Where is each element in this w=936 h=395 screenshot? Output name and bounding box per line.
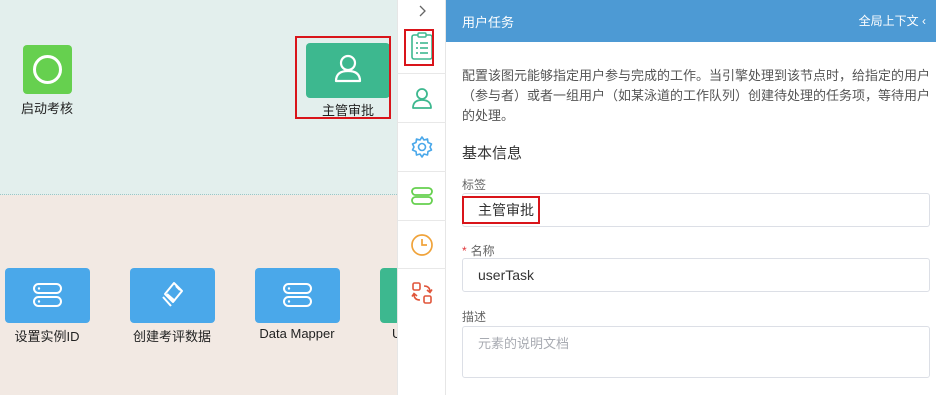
properties-panel: 用户任务 全局上下文 ‹ 配置该图元能够指定用户参与完成的工作。当引擎处理到该节… [446, 0, 936, 395]
panel-header: 用户任务 全局上下文 ‹ [446, 0, 936, 42]
service-task-node[interactable] [255, 268, 340, 323]
service-task-node[interactable] [130, 268, 215, 323]
label-field-label: 标签 [462, 178, 487, 192]
service-task-label: Data Mapper [259, 326, 335, 341]
required-mark: * [462, 244, 467, 258]
start-circle-icon [33, 55, 62, 84]
start-event-node[interactable] [23, 45, 72, 94]
script-edit-icon [162, 282, 183, 307]
script-icon [411, 282, 433, 304]
palette-list-button[interactable] [398, 22, 446, 70]
process-canvas[interactable]: 启动考核 主管审批 设置实例ID 创建考评数据 Data Mapper U [0, 0, 397, 395]
clock-icon [411, 234, 433, 256]
start-event-label: 启动考核 [20, 101, 74, 116]
selected-highlight [404, 29, 434, 66]
description-textarea[interactable]: 元素的说明文档 [462, 326, 930, 378]
name-field-label: * 名称 [462, 242, 495, 259]
server-icon [283, 283, 312, 307]
service-task-node[interactable] [380, 268, 397, 323]
collapse-toggle-button[interactable] [398, 0, 446, 22]
desc-field-label: 描述 [462, 310, 487, 324]
service-task-label: 设置实例ID [14, 329, 80, 344]
service-task-label: 创建考评数据 [132, 329, 212, 344]
service-task-node[interactable] [5, 268, 90, 323]
name-input[interactable]: userTask [462, 258, 930, 292]
service-icon [411, 187, 433, 205]
element-palette [397, 0, 446, 395]
palette-user-button[interactable] [398, 73, 446, 121]
label-field-highlight [462, 196, 540, 224]
element-description-text: 配置该图元能够指定用户参与完成的工作。当引擎处理到该节点时，给指定的用户（参与者… [462, 68, 931, 123]
name-field-label-text: 名称 [470, 244, 495, 258]
user-icon [412, 88, 432, 109]
palette-gear-button[interactable] [398, 122, 446, 170]
palette-timer-button[interactable] [398, 220, 446, 268]
section-title: 基本信息 [462, 145, 523, 162]
global-context-link[interactable]: 全局上下文 ‹ [859, 12, 926, 29]
panel-title: 用户任务 [462, 15, 515, 30]
chevron-right-icon [419, 5, 426, 17]
user-task-label: 主管审批 [321, 103, 375, 118]
gear-icon [411, 136, 433, 158]
palette-service-button[interactable] [398, 171, 446, 219]
server-icon [33, 283, 62, 307]
palette-script-button[interactable] [398, 268, 446, 316]
